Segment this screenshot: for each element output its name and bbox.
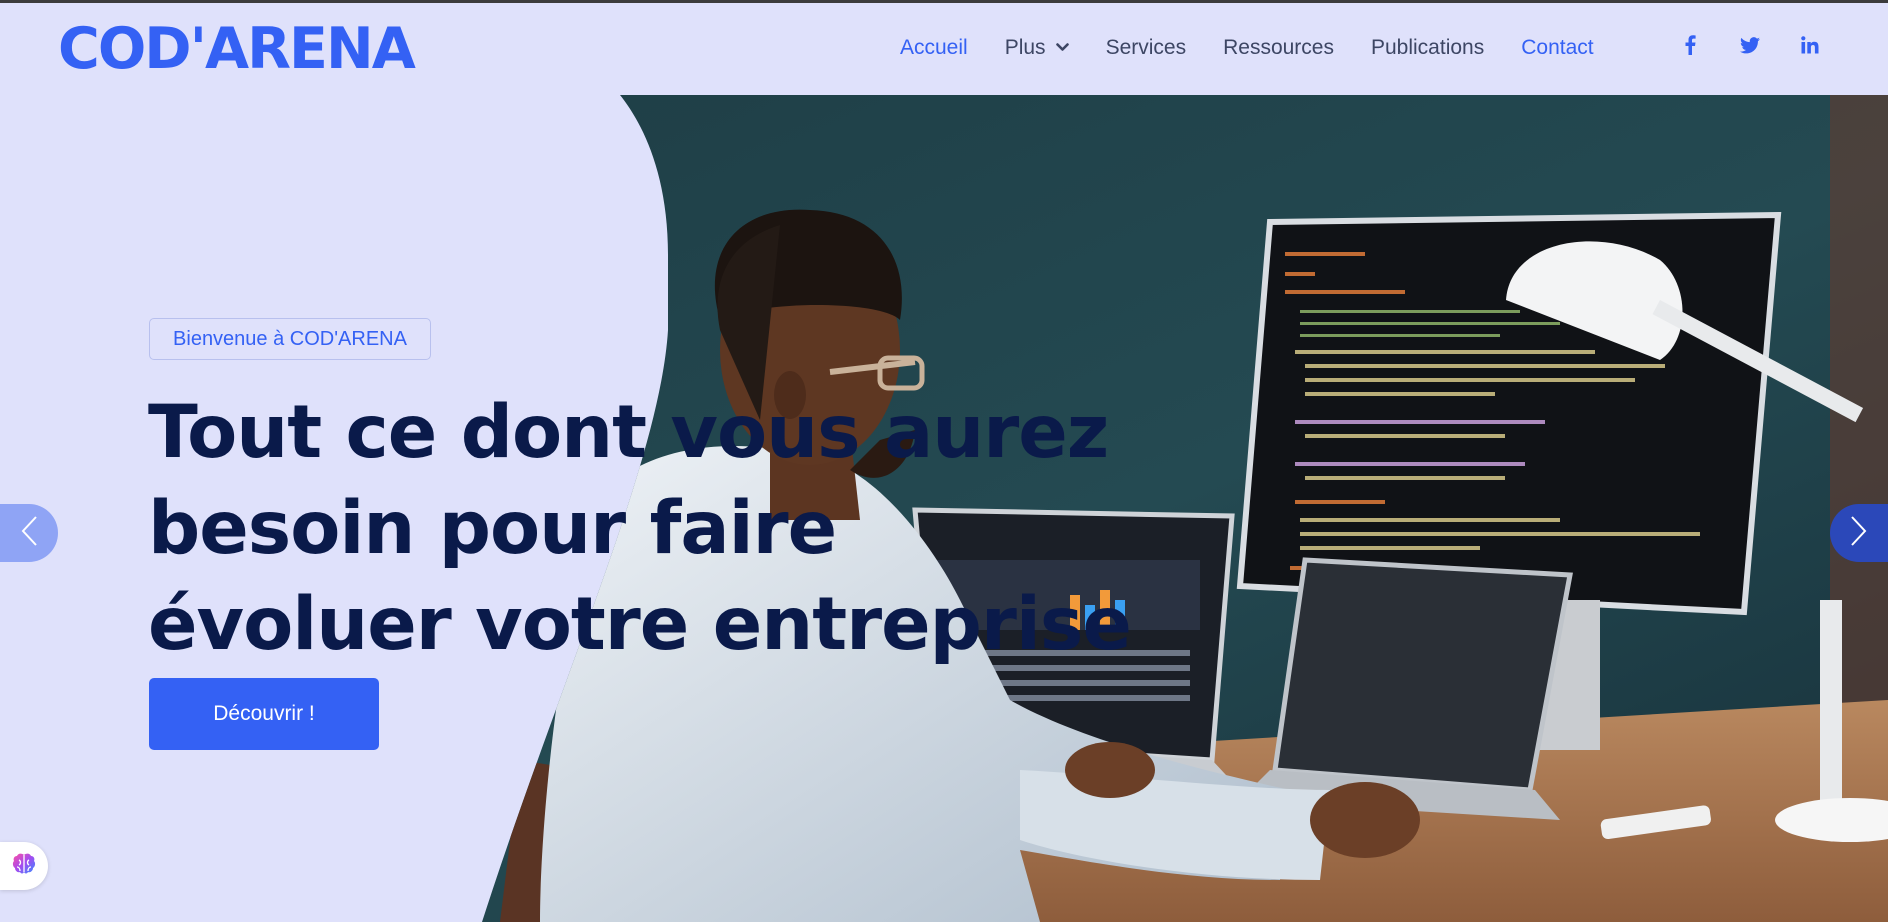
- nav-item-label: Accueil: [900, 35, 968, 59]
- nav-item-plus[interactable]: Plus: [1005, 36, 1069, 60]
- site-header: COD'ARENA Accueil Plus Services Ressourc…: [0, 0, 1888, 95]
- facebook-link[interactable]: [1672, 30, 1708, 66]
- decouvrir-button[interactable]: Découvrir !: [149, 678, 379, 750]
- carousel-prev-button[interactable]: [0, 504, 58, 562]
- site-logo[interactable]: COD'ARENA: [58, 14, 416, 84]
- page: COD'ARENA Accueil Plus Services Ressourc…: [0, 0, 1888, 922]
- hero-headline-line: Tout ce dont vous aurez: [148, 390, 1109, 475]
- facebook-icon: [1684, 35, 1696, 60]
- nav-item-services[interactable]: Services: [1106, 36, 1187, 60]
- nav-item-label: Plus: [1004, 35, 1046, 59]
- chevron-left-icon: [20, 515, 38, 552]
- linkedin-icon: [1801, 36, 1819, 59]
- hero-headline: Tout ce dont vous aurez besoin pour fair…: [148, 385, 1132, 673]
- chevron-down-icon: [1055, 43, 1069, 52]
- nav-item-label: Contact: [1521, 35, 1594, 59]
- nav-item-label: Services: [1105, 35, 1187, 59]
- nav-item-contact[interactable]: Contact: [1521, 36, 1593, 60]
- nav-item-accueil[interactable]: Accueil: [900, 36, 968, 60]
- floating-widget-button[interactable]: [0, 842, 48, 890]
- twitter-icon: [1740, 36, 1760, 59]
- brain-icon: [11, 852, 37, 881]
- social-links: [1672, 0, 1852, 95]
- nav-item-ressources[interactable]: Ressources: [1223, 36, 1334, 60]
- hero-headline-line: évoluer votre entreprise: [148, 582, 1132, 667]
- nav-item-publications[interactable]: Publications: [1371, 36, 1484, 60]
- welcome-badge: Bienvenue à COD'ARENA: [149, 318, 431, 360]
- carousel-next-button[interactable]: [1830, 504, 1888, 562]
- nav-item-label: Ressources: [1223, 35, 1334, 59]
- window-top-edge: [0, 0, 1888, 3]
- nav-item-label: Publications: [1370, 35, 1485, 59]
- twitter-link[interactable]: [1732, 30, 1768, 66]
- hero-headline-line: besoin pour faire: [148, 486, 837, 571]
- chevron-right-icon: [1850, 515, 1868, 552]
- main-nav: Accueil Plus Services Ressources Publica…: [900, 0, 1631, 95]
- linkedin-link[interactable]: [1792, 30, 1828, 66]
